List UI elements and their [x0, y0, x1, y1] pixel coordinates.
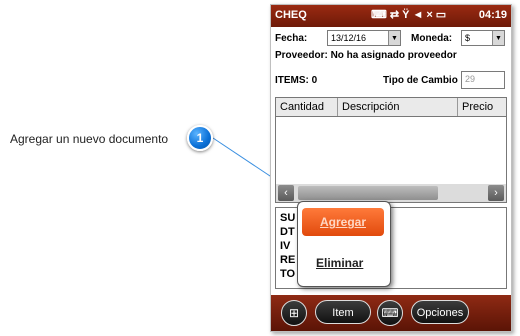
scroll-left-icon[interactable]: ‹	[278, 185, 294, 201]
opciones-softkey[interactable]: Opciones	[411, 300, 469, 324]
moneda-value: $	[465, 33, 471, 43]
connectivity-icon: ⇄	[389, 9, 403, 21]
chevron-down-icon: ▼	[492, 31, 504, 45]
tipo-cambio-label: Tipo de Cambio	[383, 75, 458, 86]
fecha-dropdown[interactable]: 13/12/16 ▼	[327, 30, 401, 46]
moneda-label: Moneda:	[411, 33, 453, 44]
scroll-right-icon[interactable]: ›	[488, 185, 504, 201]
status-bar: CHEQ ⌨⇄Ÿ◄×▭ 04:19	[271, 5, 511, 27]
keyboard-toggle-button[interactable]: ⌨	[377, 300, 403, 326]
agregar-menu-item[interactable]: Agregar	[302, 208, 384, 236]
totals-line: RE	[280, 254, 296, 266]
column-precio[interactable]: Precio	[458, 98, 506, 116]
fecha-value: 13/12/16	[331, 33, 367, 43]
moneda-dropdown[interactable]: $ ▼	[461, 30, 505, 46]
mobile-screen: CHEQ ⌨⇄Ÿ◄×▭ 04:19 Fecha: 13/12/16 ▼ Mone…	[270, 4, 512, 332]
no-signal-icon: Ÿ	[402, 9, 413, 21]
speaker-mute-icon[interactable]: ◄×	[412, 9, 435, 21]
softkey-bar: ⊞ Item ⌨ Opciones	[271, 295, 511, 331]
totals-line: TO	[280, 268, 296, 280]
grid-header: Cantidad Descripción Precio	[276, 98, 506, 117]
proveedor-label[interactable]: Proveedor: No ha asignado proveedor	[275, 50, 457, 61]
callout-label: Agregar un nuevo documento	[10, 132, 169, 146]
totals-line: DT	[280, 226, 295, 238]
callout-number-badge: 1	[187, 125, 213, 151]
eliminar-menu-item[interactable]: Eliminar	[316, 256, 363, 270]
keyboard-icon: ⌨	[371, 9, 390, 21]
keyboard-icon: ⌨	[381, 306, 399, 320]
app-title: CHEQ	[275, 9, 307, 21]
windows-logo-icon: ⊞	[288, 306, 300, 320]
status-icons: ⌨⇄Ÿ◄×▭	[371, 8, 449, 21]
clock[interactable]: 04:19	[479, 9, 507, 21]
item-softkey[interactable]: Item	[315, 300, 371, 324]
totals-line: IV	[280, 240, 291, 252]
battery-icon: ▭	[435, 9, 450, 21]
fecha-label: Fecha:	[275, 33, 308, 44]
items-grid[interactable]: Cantidad Descripción Precio ‹ ›	[275, 97, 507, 203]
scrollbar-thumb[interactable]	[298, 186, 438, 200]
chevron-down-icon: ▼	[388, 31, 400, 45]
items-count: ITEMS: 0	[275, 75, 318, 86]
column-cantidad[interactable]: Cantidad	[276, 98, 338, 116]
tipo-cambio-input[interactable]: 29	[461, 71, 505, 89]
context-menu: Agregar Eliminar	[297, 201, 391, 287]
tipo-cambio-value: 29	[465, 74, 476, 84]
totals-line: SU	[280, 212, 296, 224]
horizontal-scrollbar[interactable]: ‹ ›	[276, 184, 506, 202]
windows-start-button[interactable]: ⊞	[281, 300, 307, 326]
column-descripcion[interactable]: Descripción	[338, 98, 458, 116]
